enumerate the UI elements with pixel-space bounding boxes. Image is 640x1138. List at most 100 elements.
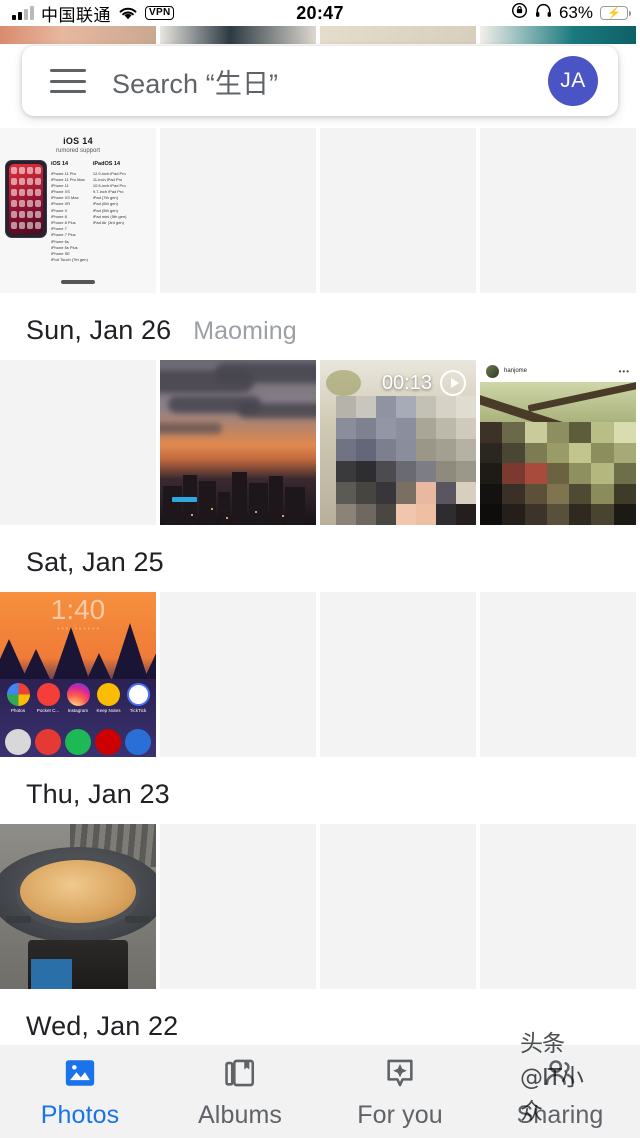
photo-thumbnail-android-home[interactable]: 1:40 • • • • • • • • • • Photos Pocket C… bbox=[0, 592, 156, 757]
grid-empty-cell bbox=[320, 592, 476, 757]
date-label: Sun, Jan 26 bbox=[26, 315, 172, 345]
photo-thumbnail-instagram[interactable]: hanjome ••• bbox=[480, 360, 636, 525]
grid-empty-cell bbox=[320, 824, 476, 989]
nav-tab-for-you[interactable]: For you bbox=[320, 1045, 480, 1138]
nav-label: Photos bbox=[40, 1100, 120, 1129]
grid-empty-cell bbox=[160, 824, 316, 989]
watermark-label: 头条@IT小众 bbox=[520, 1031, 584, 1125]
app-icon-folder[interactable] bbox=[5, 729, 31, 755]
date-label: Thu, Jan 23 bbox=[26, 779, 170, 809]
photos-icon bbox=[61, 1054, 99, 1092]
grid-empty-cell bbox=[480, 824, 636, 989]
battery-percent-label: 63% bbox=[558, 3, 593, 22]
photo-row-jan25: 1:40 • • • • • • • • • • Photos Pocket C… bbox=[0, 592, 640, 757]
grid-empty-cell bbox=[160, 128, 316, 293]
ios14-title: iOS 14 bbox=[63, 136, 93, 146]
headphones-icon bbox=[535, 3, 552, 23]
photo-row-jan23 bbox=[0, 824, 640, 989]
date-label: Wed, Jan 22 bbox=[26, 1011, 179, 1041]
home-indicator bbox=[61, 280, 95, 284]
albums-icon bbox=[221, 1054, 259, 1092]
date-header-jan23: Thu, Jan 23 bbox=[0, 757, 640, 824]
app-icon-tesla[interactable] bbox=[95, 729, 121, 755]
grid-empty-cell bbox=[160, 592, 316, 757]
wifi-icon bbox=[118, 6, 138, 21]
hamburger-menu-icon[interactable] bbox=[50, 69, 86, 93]
photo-thumbnail[interactable] bbox=[160, 26, 316, 44]
dock-row bbox=[0, 729, 156, 755]
app-icon-instagram[interactable]: Instagram bbox=[66, 683, 90, 713]
battery-charging-icon: ⚡ bbox=[600, 6, 631, 20]
ios14-column-heading: iOS 14 bbox=[51, 161, 69, 167]
grid-empty-cell bbox=[0, 360, 156, 525]
vpn-badge: VPN bbox=[145, 6, 175, 20]
video-duration: 00:13 bbox=[381, 371, 432, 394]
device-item: iPod Touch (7th gen) bbox=[51, 257, 88, 263]
photo-thumbnail-video[interactable]: 00:13 bbox=[320, 360, 476, 525]
android-home-artwork: 1:40 • • • • • • • • • • Photos Pocket C… bbox=[0, 592, 156, 757]
photo-thumbnail[interactable] bbox=[320, 26, 476, 44]
ios14-card-artwork: iOS 14 rumored support iOS 14 iPhone 11 … bbox=[0, 128, 156, 293]
nav-label: Albums bbox=[198, 1100, 282, 1129]
photo-thumbnail-sunset[interactable] bbox=[160, 360, 316, 525]
sunset-city-artwork bbox=[160, 360, 316, 525]
photo-thumbnail-ios14[interactable]: iOS 14 rumored support iOS 14 iPhone 11 … bbox=[0, 128, 156, 293]
app-label: Pocket C... bbox=[36, 708, 60, 713]
app-icon-pocketcasts[interactable]: Pocket C... bbox=[36, 683, 60, 713]
rotation-lock-icon bbox=[511, 2, 528, 24]
photo-grid-scroll[interactable]: iOS 14 rumored support iOS 14 iPhone 11 … bbox=[0, 26, 640, 1138]
avatar[interactable]: JA bbox=[548, 56, 598, 106]
app-icon-spotify[interactable] bbox=[65, 729, 91, 755]
app-label: Instagram bbox=[67, 708, 89, 713]
app-label: Photos bbox=[10, 708, 26, 713]
search-input[interactable]: Search “生日” bbox=[112, 62, 548, 101]
bottom-navigation: Photos Albums For you Sharing 头条@IT小众 bbox=[0, 1031, 640, 1138]
status-bar: 中国联通 VPN 20:47 63% ⚡ bbox=[0, 0, 640, 26]
nav-tab-albums[interactable]: Albums bbox=[160, 1045, 320, 1138]
search-bar[interactable]: Search “生日” JA bbox=[22, 46, 618, 116]
more-options-icon: ••• bbox=[618, 366, 630, 376]
nav-label: For you bbox=[357, 1100, 443, 1129]
for-you-sparkle-icon bbox=[381, 1054, 419, 1092]
carrier-label: 中国联通 bbox=[41, 5, 111, 25]
date-header-jan26: Sun, Jan 26 Maoming bbox=[0, 293, 640, 360]
device-item: 11-inch iPad Pro bbox=[92, 176, 123, 182]
app-icon-keepnotes[interactable]: Keep Notes bbox=[96, 683, 121, 713]
signal-bars-icon bbox=[12, 6, 34, 20]
play-icon bbox=[440, 370, 466, 396]
date-header-jan25: Sat, Jan 25 bbox=[0, 525, 640, 592]
instagram-avatar bbox=[486, 364, 499, 378]
video-badge: 00:13 bbox=[382, 370, 466, 396]
instagram-username: hanjome bbox=[504, 368, 528, 374]
grid-empty-cell bbox=[320, 128, 476, 293]
nav-tab-sharing[interactable]: Sharing 头条@IT小众 bbox=[480, 1031, 640, 1138]
ios14-device-list: iPhone 11 Pro iPhone 11 Pro Max iPhone 1… bbox=[51, 171, 88, 264]
pot-artwork bbox=[0, 824, 156, 989]
app-icon-youtube[interactable] bbox=[35, 729, 61, 755]
grid-empty-cell bbox=[480, 128, 636, 293]
nav-tab-photos[interactable]: Photos bbox=[0, 1045, 160, 1138]
photo-thumbnail[interactable] bbox=[480, 26, 636, 44]
video-frame-artwork: 00:13 bbox=[320, 360, 476, 525]
device-item: iPhone 11 Pro Max bbox=[51, 176, 85, 182]
photo-thumbnail-pot[interactable] bbox=[0, 824, 156, 989]
app-row: Photos Pocket C... Instagram Keep Notes … bbox=[0, 683, 156, 713]
instagram-post-artwork: hanjome ••• bbox=[480, 360, 636, 525]
photo-row-jan26: 00:13 hanjome ••• bbox=[0, 360, 640, 525]
date-label: Sat, Jan 25 bbox=[26, 547, 164, 577]
iphone-illustration bbox=[5, 160, 47, 238]
supported-device-columns: iOS 14 iPhone 11 Pro iPhone 11 Pro Max i… bbox=[51, 160, 126, 263]
app-icon-reader[interactable] bbox=[125, 729, 151, 755]
location-label: Maoming bbox=[193, 317, 297, 345]
device-item: 12.9-inch iPad Pro bbox=[92, 170, 126, 176]
app-icon-ticktick[interactable]: TickTick bbox=[126, 683, 150, 713]
photo-thumbnail[interactable] bbox=[0, 26, 156, 44]
app-label: Keep Notes bbox=[96, 708, 121, 713]
clipped-top-row bbox=[0, 26, 640, 44]
ipados14-device-list: 12.9-inch iPad Pro 11-inch iPad Pro 10.5… bbox=[93, 171, 127, 227]
app-label: TickTick bbox=[129, 708, 147, 713]
ipados14-column: iPadOS 14 12.9-inch iPad Pro 11-inch iPa… bbox=[93, 160, 127, 263]
app-icon-photos[interactable]: Photos bbox=[6, 683, 30, 713]
ios14-column: iOS 14 iPhone 11 Pro iPhone 11 Pro Max i… bbox=[51, 160, 88, 263]
ipados14-column-heading: iPadOS 14 bbox=[92, 161, 121, 167]
